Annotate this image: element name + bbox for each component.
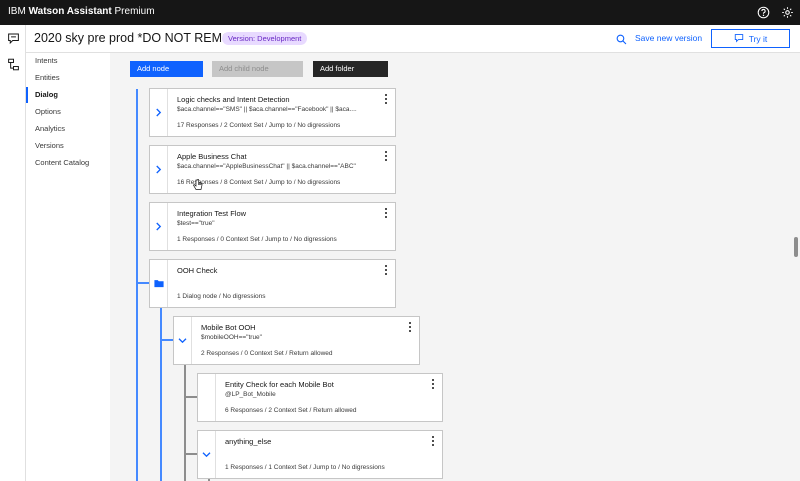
try-it-button[interactable]: Try it	[711, 29, 790, 48]
brand-product: Watson Assistant	[28, 6, 112, 17]
overflow-menu-icon[interactable]	[407, 322, 413, 332]
brand-company: IBM	[8, 6, 26, 17]
dialog-node[interactable]: Integration Test Flow $test=="true" 1 Re…	[149, 202, 396, 251]
chevron-right-icon[interactable]	[150, 146, 168, 193]
tree-connector	[184, 396, 197, 398]
dialog-canvas: Add node Add child node Add folder Logic…	[110, 53, 790, 481]
chat-bubble-icon	[734, 33, 744, 45]
page-header: 2020 sky pre prod *DO NOT REMOVE* Versio…	[26, 25, 800, 53]
add-folder-button[interactable]: Add folder	[313, 61, 388, 77]
chevron-down-icon[interactable]	[174, 317, 192, 364]
node-title: OOH Check	[177, 266, 218, 275]
settings-icon[interactable]	[780, 5, 794, 19]
add-child-node-button[interactable]: Add child node	[212, 61, 303, 77]
node-title: Mobile Bot OOH	[201, 323, 256, 332]
folder-icon[interactable]	[150, 260, 168, 307]
tree-connector	[136, 89, 138, 481]
node-condition: $aca.channel=="SMS" || $aca.channel=="Fa…	[177, 106, 357, 113]
help-icon[interactable]	[756, 5, 770, 19]
overflow-menu-icon[interactable]	[383, 265, 389, 275]
node-title: anything_else	[225, 437, 272, 446]
node-summary: 1 Responses / 1 Context Set / Jump to / …	[225, 464, 385, 471]
dialog-folder[interactable]: OOH Check 1 Dialog node / No digressions	[149, 259, 396, 308]
dialog-subnav: Intents Entities Dialog Options Analytic…	[26, 53, 110, 481]
tree-connector	[160, 305, 162, 481]
nav-item-content-catalog[interactable]: Content Catalog	[26, 155, 110, 171]
tree-icon[interactable]	[5, 56, 21, 72]
version-tag: Version: Development	[222, 32, 308, 45]
node-title: Logic checks and Intent Detection	[177, 95, 290, 104]
tree-connector	[184, 362, 186, 481]
dialog-node[interactable]: Mobile Bot OOH $mobileOOH=="true" 2 Resp…	[173, 316, 420, 365]
node-condition: @LP_Bot_Mobile	[225, 391, 276, 398]
nav-item-options[interactable]: Options	[26, 104, 110, 120]
overflow-menu-icon[interactable]	[430, 379, 436, 389]
save-new-version-link[interactable]: Save new version	[635, 33, 702, 43]
chevron-down-icon[interactable]	[198, 431, 216, 478]
search-icon[interactable]	[614, 32, 628, 46]
add-node-button[interactable]: Add node	[130, 61, 203, 77]
page-title: 2020 sky pre prod *DO NOT REMOVE*	[34, 31, 254, 45]
node-expander	[198, 374, 216, 421]
node-summary: 1 Dialog node / No digressions	[177, 293, 266, 300]
chevron-right-icon[interactable]	[150, 89, 168, 136]
nav-item-versions[interactable]: Versions	[26, 138, 110, 154]
brand-plan: Premium	[114, 6, 155, 17]
node-title: Entity Check for each Mobile Bot	[225, 380, 334, 389]
node-condition: $mobileOOH=="true"	[201, 334, 262, 341]
left-rail	[0, 25, 26, 481]
overflow-menu-icon[interactable]	[383, 151, 389, 161]
hand-cursor-icon	[193, 178, 203, 190]
brand: IBM Watson Assistant Premium	[8, 6, 155, 17]
nav-item-intents[interactable]: Intents	[26, 53, 110, 69]
overflow-menu-icon[interactable]	[383, 94, 389, 104]
node-summary: 17 Responses / 2 Context Set / Jump to /…	[177, 122, 341, 129]
dialog-node[interactable]: Entity Check for each Mobile Bot @LP_Bot…	[197, 373, 443, 422]
chat-icon[interactable]	[5, 30, 21, 46]
tree-connector	[160, 339, 173, 341]
overflow-menu-icon[interactable]	[383, 208, 389, 218]
node-summary: 1 Responses / 0 Context Set / Jump to / …	[177, 236, 337, 243]
node-summary: 2 Responses / 0 Context Set / Return all…	[201, 350, 333, 357]
chevron-right-icon[interactable]	[150, 203, 168, 250]
tree-connector	[184, 453, 197, 455]
dialog-node[interactable]: anything_else 1 Responses / 1 Context Se…	[197, 430, 443, 479]
dialog-node[interactable]: Logic checks and Intent Detection $aca.c…	[149, 88, 396, 137]
overflow-menu-icon[interactable]	[430, 436, 436, 446]
top-bar: IBM Watson Assistant Premium	[0, 0, 800, 25]
nav-item-analytics[interactable]: Analytics	[26, 121, 110, 137]
nav-item-dialog[interactable]: Dialog	[26, 87, 110, 103]
node-condition: $aca.channel=="AppleBusinessChat" || $ac…	[177, 163, 356, 170]
nav-item-entities[interactable]: Entities	[26, 70, 110, 86]
node-summary: 6 Responses / 2 Context Set / Return all…	[225, 407, 357, 414]
node-title: Integration Test Flow	[177, 209, 247, 218]
node-title: Apple Business Chat	[177, 152, 247, 161]
dialog-node[interactable]: Apple Business Chat $aca.channel=="Apple…	[149, 145, 396, 194]
tree-connector	[136, 282, 149, 284]
node-condition: $test=="true"	[177, 220, 215, 227]
try-it-label: Try it	[748, 33, 768, 44]
canvas-scrollbar[interactable]	[794, 237, 798, 257]
